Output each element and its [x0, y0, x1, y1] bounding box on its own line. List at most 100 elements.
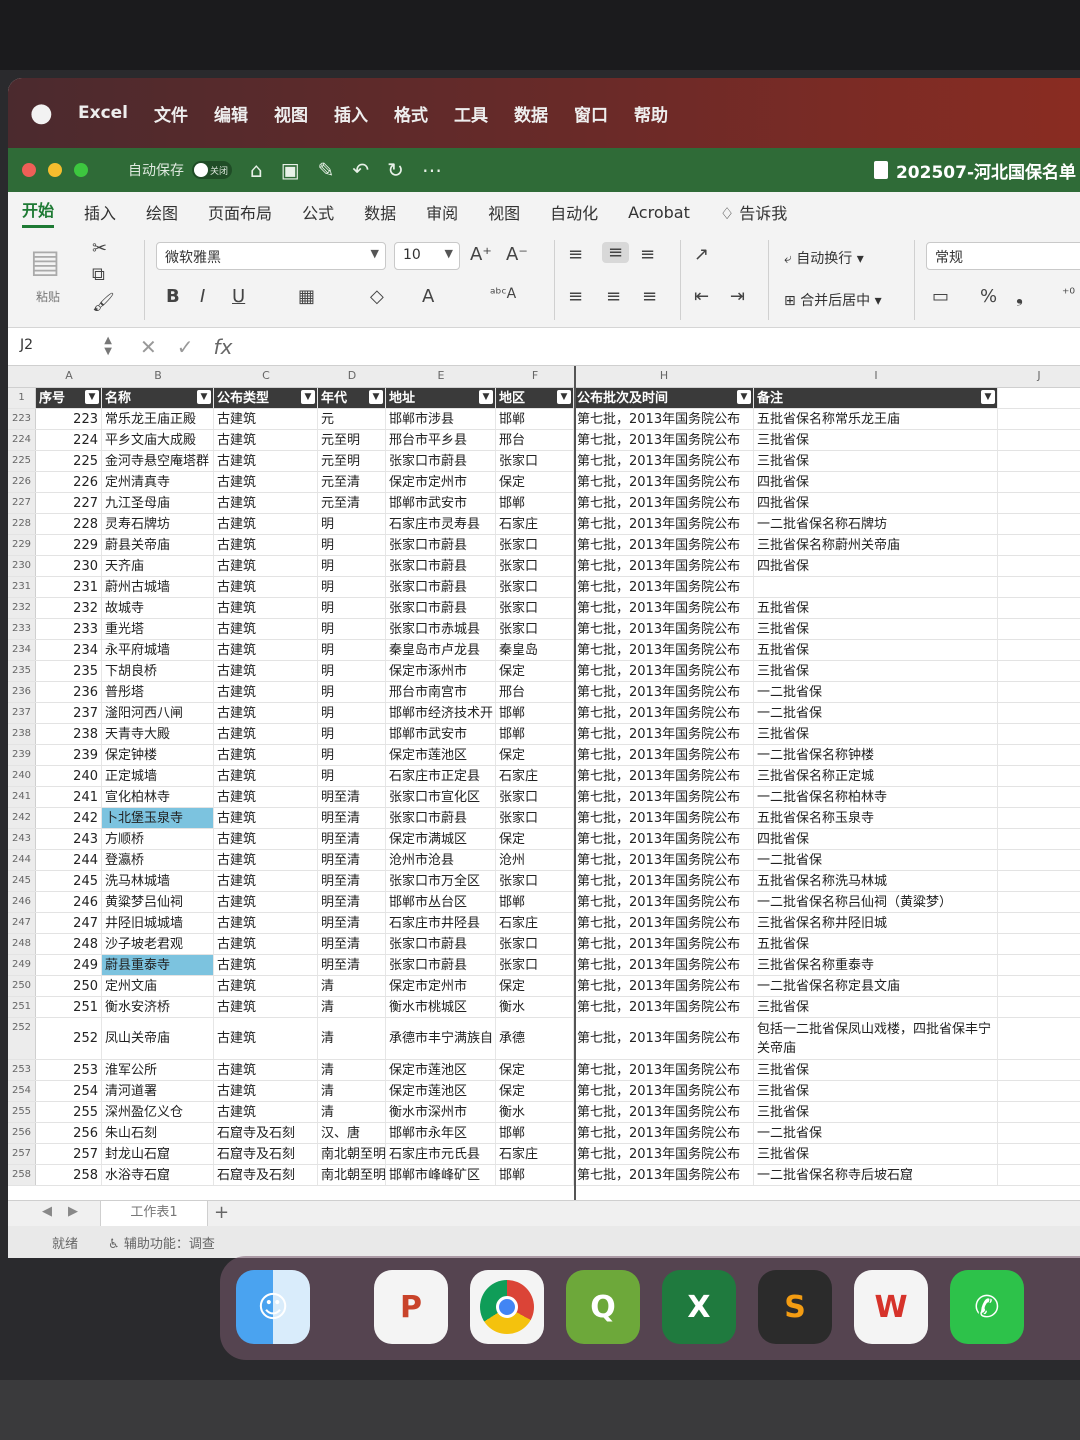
redo-icon[interactable]: ↻	[387, 158, 404, 182]
increase-decimal-icon[interactable]: ⁺⁰	[1062, 286, 1075, 302]
row-number[interactable]: 252	[8, 1018, 36, 1059]
cell-type[interactable]: 古建筑	[214, 577, 318, 597]
undo-icon[interactable]: ↶	[352, 158, 369, 182]
cell-index[interactable]: 256	[36, 1123, 102, 1143]
header-cell-note[interactable]: 备注 ▼	[754, 388, 998, 408]
cell-note[interactable]: 三批省保	[754, 1081, 998, 1101]
orientation-icon[interactable]: ↗	[694, 244, 709, 265]
cell-index[interactable]: 233	[36, 619, 102, 639]
cell-area[interactable]: 邯郸	[496, 724, 574, 744]
cell-note[interactable]: 一二批省保名称石牌坊	[754, 514, 998, 534]
cell-area[interactable]: 张家口	[496, 787, 574, 807]
phonetic-icon[interactable]: ᵃᵇᶜA	[490, 286, 516, 302]
cell-address[interactable]: 邢台市平乡县	[386, 430, 496, 450]
fill-color-icon[interactable]: ◇	[370, 286, 384, 307]
cell-name[interactable]: 宣化柏林寺	[102, 787, 214, 807]
cell-area[interactable]: 邢台	[496, 430, 574, 450]
cell-index[interactable]: 254	[36, 1081, 102, 1101]
cell-area[interactable]: 邯郸	[496, 703, 574, 723]
cell-note[interactable]: 五批省保	[754, 934, 998, 954]
column-header-c[interactable]: C	[214, 369, 318, 382]
filter-dropdown-icon[interactable]: ▼	[557, 390, 571, 404]
align-middle-icon[interactable]: ≡	[602, 242, 630, 263]
row-number[interactable]: 249	[8, 955, 36, 975]
cell-era[interactable]: 明	[318, 577, 386, 597]
cell-name[interactable]: 方顺桥	[102, 829, 214, 849]
cell-name[interactable]: 定州文庙	[102, 976, 214, 996]
cell-note[interactable]: 一二批省保	[754, 682, 998, 702]
add-sheet-button[interactable]: +	[214, 1202, 229, 1223]
cell-area[interactable]: 保定	[496, 976, 574, 996]
row-number[interactable]: 240	[8, 766, 36, 786]
chrome-icon[interactable]	[470, 1270, 544, 1344]
copy-icon[interactable]: ⧉	[92, 264, 105, 285]
cell-type[interactable]: 古建筑	[214, 766, 318, 786]
cell-address[interactable]: 石家庄市井陉县	[386, 913, 496, 933]
menu-edit[interactable]: 编辑	[214, 101, 248, 126]
cell-batch[interactable]: 第七批，2013年国务院公布	[574, 976, 754, 996]
cell-note[interactable]: 一二批省保名称柏林寺	[754, 787, 998, 807]
cell-note[interactable]: 四批省保	[754, 829, 998, 849]
cell-type[interactable]: 古建筑	[214, 472, 318, 492]
cell-era[interactable]: 清	[318, 1018, 386, 1059]
paste-icon[interactable]: ▤	[30, 242, 60, 280]
cell-index[interactable]: 223	[36, 409, 102, 429]
filter-dropdown-icon[interactable]: ▼	[479, 390, 493, 404]
cell-address[interactable]: 张家口市蔚县	[386, 808, 496, 828]
cell-type[interactable]: 古建筑	[214, 430, 318, 450]
cell-type[interactable]: 石窟寺及石刻	[214, 1165, 318, 1185]
save-as-icon[interactable]: ✎	[318, 158, 335, 182]
cell-index[interactable]: 253	[36, 1060, 102, 1080]
cell-batch[interactable]: 第七批，2013年国务院公布	[574, 1081, 754, 1101]
menu-data[interactable]: 数据	[514, 101, 548, 126]
format-painter-icon[interactable]: 🖌	[92, 292, 115, 313]
cell-index[interactable]: 246	[36, 892, 102, 912]
column-header-j[interactable]: J	[998, 369, 1080, 382]
cell-batch[interactable]: 第七批，2013年国务院公布	[574, 745, 754, 765]
cell-index[interactable]: 229	[36, 535, 102, 555]
row-number[interactable]: 246	[8, 892, 36, 912]
cell-type[interactable]: 古建筑	[214, 934, 318, 954]
cell-address[interactable]: 保定市莲池区	[386, 745, 496, 765]
cell-address[interactable]: 张家口市蔚县	[386, 598, 496, 618]
row-number[interactable]: 231	[8, 577, 36, 597]
cell-area[interactable]: 邢台	[496, 682, 574, 702]
row-number[interactable]: 243	[8, 829, 36, 849]
cell-era[interactable]: 明	[318, 535, 386, 555]
cell-name[interactable]: 洗马林城墙	[102, 871, 214, 891]
row-number[interactable]: 229	[8, 535, 36, 555]
column-header-e[interactable]: E	[386, 369, 496, 382]
cell-area[interactable]: 衡水	[496, 1102, 574, 1122]
cell-era[interactable]: 明	[318, 766, 386, 786]
cell-address[interactable]: 张家口市万全区	[386, 871, 496, 891]
align-right-icon[interactable]: ≡	[642, 286, 657, 307]
cell-note[interactable]: 三批省保名称井陉旧城	[754, 913, 998, 933]
column-header-d[interactable]: D	[318, 369, 386, 382]
cell-name[interactable]: 黄粱梦吕仙祠	[102, 892, 214, 912]
more-icon[interactable]: ⋯	[422, 158, 442, 182]
cell-type[interactable]: 古建筑	[214, 808, 318, 828]
insert-function-icon[interactable]: fx	[214, 335, 233, 359]
cell-era[interactable]: 明	[318, 640, 386, 660]
cell-address[interactable]: 邯郸市涉县	[386, 409, 496, 429]
cell-batch[interactable]: 第七批，2013年国务院公布	[574, 535, 754, 555]
cell-address[interactable]: 保定市满城区	[386, 829, 496, 849]
cell-note[interactable]: 四批省保	[754, 472, 998, 492]
cell-note[interactable]: 三批省保名称重泰寺	[754, 955, 998, 975]
row-number[interactable]: 245	[8, 871, 36, 891]
excel-icon[interactable]: X	[662, 1270, 736, 1344]
cell-name[interactable]: 水浴寺石窟	[102, 1165, 214, 1185]
cell-era[interactable]: 元	[318, 409, 386, 429]
cell-index[interactable]: 239	[36, 745, 102, 765]
cell-type[interactable]: 古建筑	[214, 892, 318, 912]
row-number[interactable]: 255	[8, 1102, 36, 1122]
sublime-text-icon[interactable]: S	[758, 1270, 832, 1344]
cell-type[interactable]: 古建筑	[214, 598, 318, 618]
cell-name[interactable]: 定州清真寺	[102, 472, 214, 492]
cell-era[interactable]: 清	[318, 1081, 386, 1101]
cut-icon[interactable]: ✂	[92, 238, 107, 259]
cell-era[interactable]: 元至明	[318, 451, 386, 471]
cell-area[interactable]: 邯郸	[496, 493, 574, 513]
cell-address[interactable]: 保定市莲池区	[386, 1081, 496, 1101]
filter-dropdown-icon[interactable]: ▼	[981, 390, 995, 404]
